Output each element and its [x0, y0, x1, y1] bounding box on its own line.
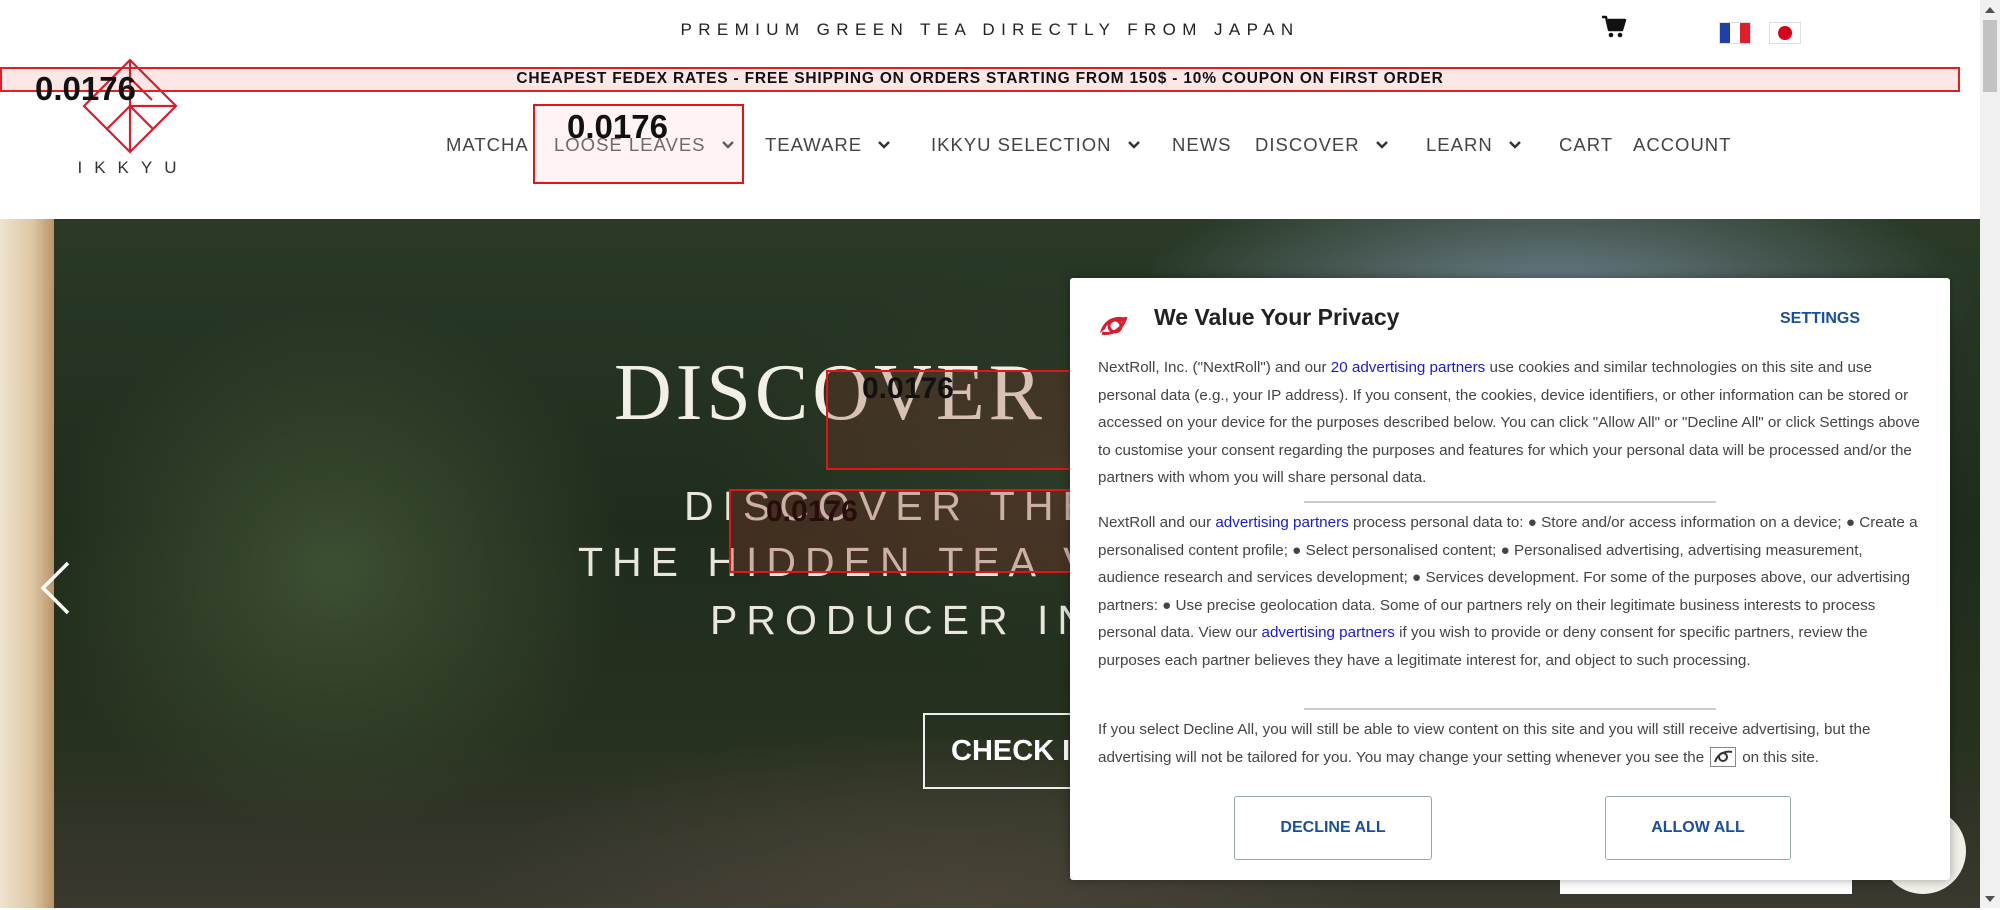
flag-france-icon[interactable] [1719, 22, 1751, 44]
logo-wordmark: IKKYU [77, 158, 189, 177]
nav-item-news[interactable]: NEWS [1172, 130, 1232, 160]
chevron-down-icon [1375, 141, 1388, 149]
nav-item-account[interactable]: ACCOUNT [1633, 130, 1731, 160]
consent-paragraph-1: NextRoll, Inc. ("NextRoll") and our 20 a… [1098, 354, 1924, 492]
chevron-down-icon [878, 141, 890, 149]
scroll-down-arrow-icon[interactable] [1983, 892, 1997, 904]
flag-japan-icon[interactable] [1769, 22, 1801, 44]
consent-dialog: We Value Your Privacy SETTINGS NextRoll,… [1070, 278, 1950, 880]
text: process personal data to: ● Store and/or… [1098, 514, 1918, 641]
main-nav: MATCHA LOOSE LEAVES TEAWARE IKKYU SELECT… [0, 130, 1980, 160]
advertising-partners-link[interactable]: advertising partners [1262, 624, 1395, 641]
nav-item-learn[interactable]: LEARN [1426, 130, 1523, 160]
overlay-label: 0.0176 [766, 495, 858, 528]
nav-item-label: DISCOVER [1255, 134, 1360, 155]
nav-item-matcha[interactable]: MATCHA [446, 130, 529, 160]
hero-subtitle-line: PRODUCER IN [710, 597, 1097, 643]
check-it-out-button[interactable]: CHECK IT [923, 713, 1083, 789]
nextroll-inline-icon [1710, 747, 1737, 768]
nav-item-label: CART [1559, 134, 1614, 155]
decline-all-button[interactable]: DECLINE ALL [1234, 796, 1432, 860]
chevron-left-icon[interactable] [38, 560, 72, 616]
consent-title: We Value Your Privacy [1154, 304, 1400, 330]
page-scrollbar[interactable] [1980, 0, 2000, 908]
overlay-label: 0.0176 [567, 108, 668, 145]
scroll-up-arrow-icon[interactable] [1983, 3, 1997, 15]
nav-item-label: ACCOUNT [1633, 134, 1732, 155]
overlay-label: 0.0176 [862, 372, 954, 405]
scrollbar-thumb[interactable] [1983, 20, 1997, 92]
divider [1304, 501, 1716, 503]
consent-paragraph-2: NextRoll and our advertising partners pr… [1098, 509, 1924, 674]
allow-all-button[interactable]: ALLOW ALL [1605, 796, 1791, 860]
nav-item-cart[interactable]: CART [1559, 130, 1613, 160]
nav-item-ikkyu-selection[interactable]: IKKYU SELECTION [931, 130, 1142, 160]
nav-item-label: TEAWARE [765, 134, 863, 155]
settings-link[interactable]: SETTINGS [1780, 310, 1860, 328]
advertising-partners-link[interactable]: advertising partners [1215, 514, 1348, 531]
divider [1304, 708, 1716, 710]
overlay-label: 0.0176 [35, 70, 136, 107]
shipping-banner-text: CHEAPEST FEDEX RATES - FREE SHIPPING ON … [516, 70, 1444, 87]
nav-item-label: NEWS [1172, 134, 1232, 155]
text: NextRoll, Inc. ("NextRoll") and our [1098, 359, 1331, 376]
advertising-partners-link[interactable]: 20 advertising partners [1331, 359, 1486, 376]
nav-item-label: IKKYU SELECTION [931, 134, 1112, 155]
nav-item-discover[interactable]: DISCOVER [1255, 130, 1390, 160]
nav-item-label: LEARN [1426, 134, 1493, 155]
chevron-down-icon [1508, 141, 1521, 149]
nav-item-teaware[interactable]: TEAWARE [765, 130, 892, 160]
text: use cookies and similar technologies on … [1098, 359, 1920, 486]
chevron-down-icon [1127, 141, 1140, 149]
nav-item-label: MATCHA [446, 134, 529, 155]
text: on this site. [1742, 748, 1820, 766]
consent-paragraph-3: If you select Decline All, you will stil… [1098, 716, 1924, 771]
tagline: PREMIUM GREEN TEA DIRECTLY FROM JAPAN [680, 20, 1300, 39]
shopping-cart-icon[interactable] [1601, 15, 1627, 39]
cta-label: CHECK IT [951, 734, 1083, 767]
text: NextRoll and our [1098, 514, 1216, 531]
nextroll-logo-icon [1096, 313, 1130, 337]
